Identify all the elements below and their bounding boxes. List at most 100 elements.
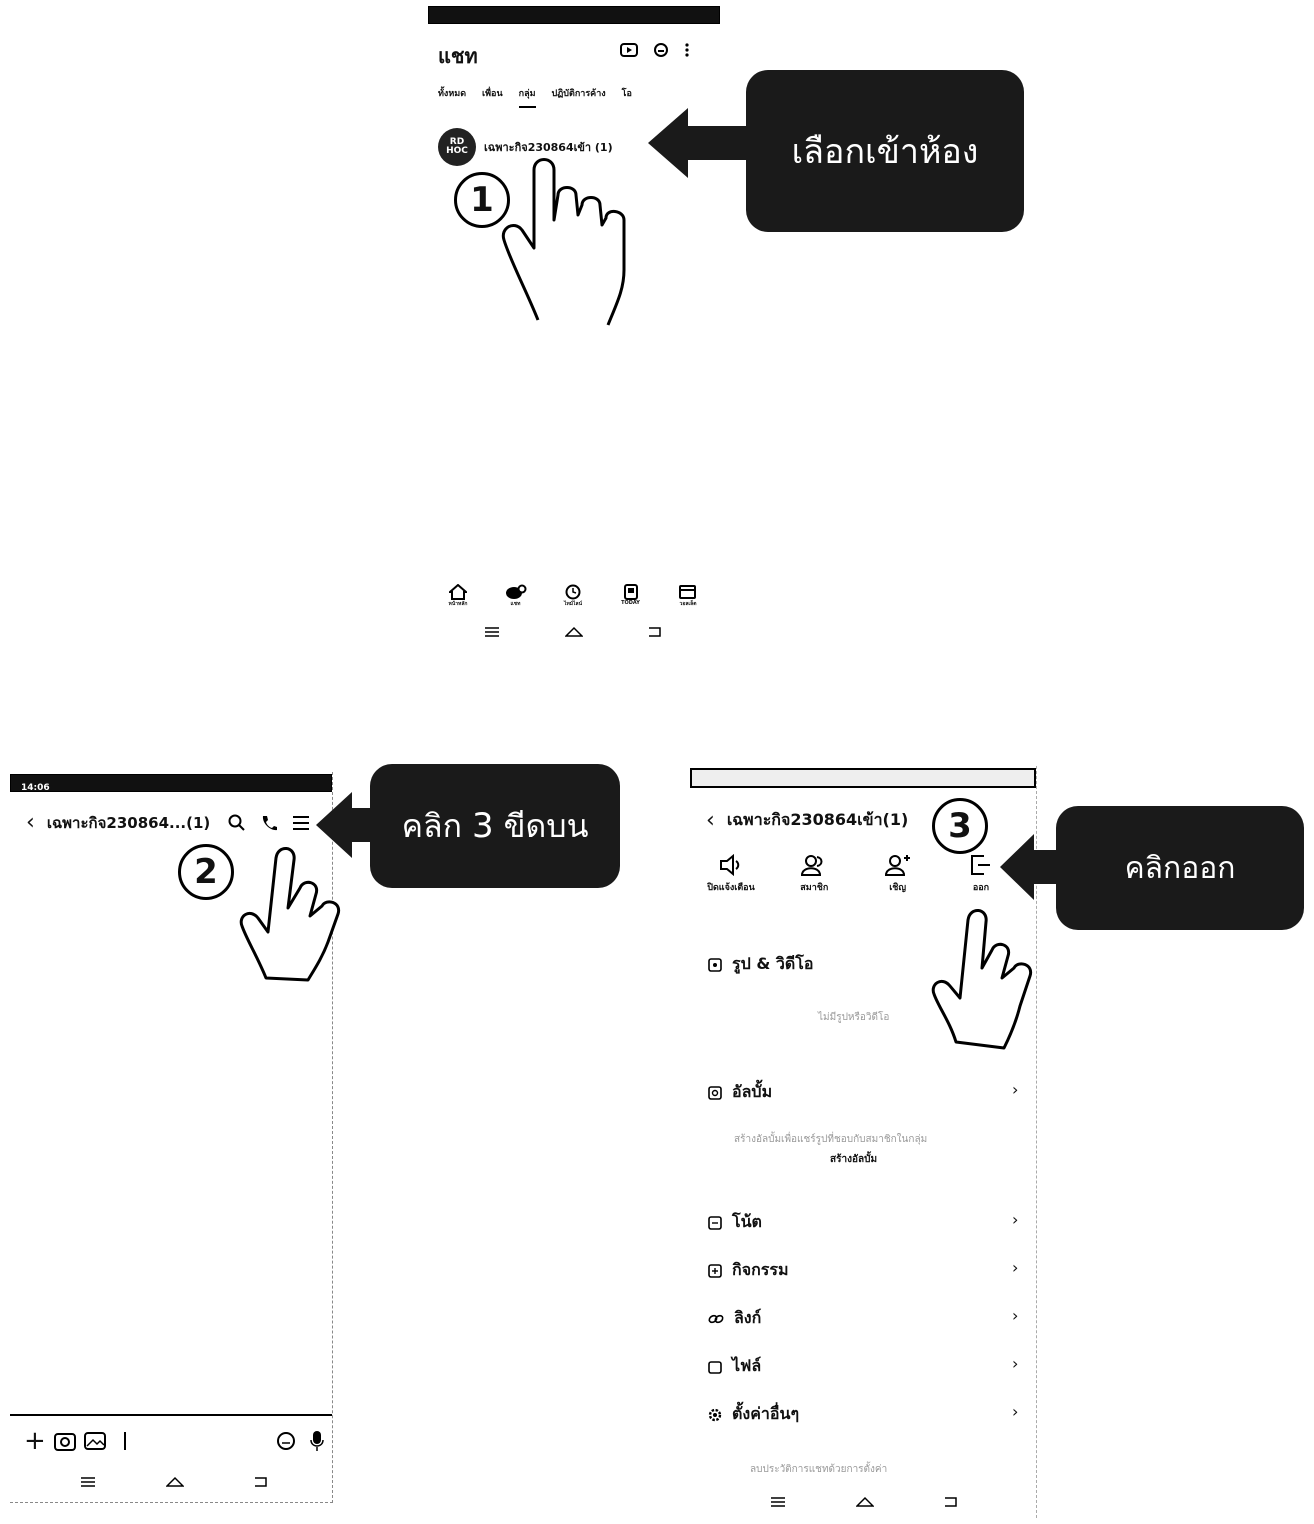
action-members[interactable]: สมาชิก <box>779 854 849 894</box>
panel2-status-time: 14:06 <box>21 783 50 793</box>
back-button-icon[interactable] <box>944 1496 960 1508</box>
callout-click-menu: คลิก 3 ขีดบน <box>370 764 620 888</box>
panel1-tabs: ทั้งหมด เพื่อน กลุ่ม ปฏิบัติการค้าง โอ <box>438 86 632 108</box>
pointing-hand-icon <box>239 847 341 982</box>
action-leave-label: ออก <box>972 883 990 893</box>
panel1-header-title: แชท <box>438 44 478 68</box>
nav-today-label: TODAY <box>621 600 640 606</box>
menu-files-label: ไฟล์ <box>732 1356 762 1375</box>
step-2-marker: 2 <box>178 844 234 900</box>
video-icon[interactable] <box>620 42 638 58</box>
tab-more[interactable]: โอ <box>622 86 632 108</box>
emoji-icon[interactable] <box>276 1431 296 1451</box>
nav-home[interactable]: หน้าหลัก <box>438 584 478 608</box>
chat-title: เฉพาะกิจ230864...(1) <box>46 813 211 832</box>
back-icon[interactable]: ‹ <box>26 810 35 835</box>
search-icon[interactable] <box>228 814 246 832</box>
text-cursor[interactable] <box>123 1432 126 1450</box>
menu-events[interactable]: กิจกรรม <box>708 1258 788 1283</box>
home-icon <box>449 584 467 600</box>
panel2-status-bar: 14:06 <box>10 774 332 793</box>
news-icon <box>623 584 638 600</box>
nav-chat[interactable]: แชท <box>496 584 536 608</box>
avatar-text: RD HOC <box>446 137 468 156</box>
home-button-icon[interactable] <box>856 1496 874 1508</box>
recent-apps-icon[interactable] <box>484 626 500 638</box>
menu-events-label: กิจกรรม <box>732 1260 789 1279</box>
callout-click-menu-number: 3 <box>471 806 494 846</box>
menu-icon[interactable] <box>292 814 310 832</box>
events-chevron-icon: › <box>1012 1258 1019 1277</box>
callout-click-menu-prefix: คลิก <box>401 806 462 845</box>
panel1-status-bar <box>428 6 720 24</box>
action-invite-label: เชิญ <box>889 883 907 893</box>
chat-header-icons <box>228 814 310 832</box>
section-album[interactable]: อัลบั้ม <box>708 1080 772 1105</box>
more-icon[interactable] <box>684 42 690 58</box>
section-album-label: อัลบั้ม <box>732 1082 773 1101</box>
nav-timeline-label: ไทม์ไลน์ <box>563 601 583 607</box>
settings-chevron-icon: › <box>1012 1402 1019 1421</box>
media-empty-text: ไม่มีรูปหรือวิดีโอ <box>818 1012 890 1023</box>
action-invite[interactable]: เชิญ <box>863 854 933 894</box>
section-media[interactable]: รูป & วิดีโอ <box>708 952 813 977</box>
wallet-icon <box>679 585 696 599</box>
pointing-hand-icon <box>931 909 1033 1050</box>
menu-files[interactable]: ไฟล์ <box>708 1354 761 1379</box>
recent-apps-icon[interactable] <box>770 1496 786 1508</box>
tab-groups[interactable]: กลุ่ม <box>518 86 536 108</box>
group-actions: ปิดแจ้งเตือน สมาชิก เชิญ ออก <box>696 854 1016 894</box>
event-icon <box>708 1263 722 1278</box>
menu-other-settings-label: ตั้งค่าอื่นๆ <box>732 1404 800 1423</box>
menu-notes[interactable]: โน้ต <box>708 1210 762 1235</box>
settings-header: ‹ เฉพาะกิจ230864เข้า(1) <box>706 808 908 833</box>
back-button-icon[interactable] <box>254 1476 270 1488</box>
nav-home-label: หน้าหลัก <box>448 601 468 607</box>
action-mute[interactable]: ปิดแจ้งเตือน <box>696 854 766 894</box>
files-chevron-icon: › <box>1012 1354 1019 1373</box>
home-button-icon[interactable] <box>565 626 583 638</box>
chat-input-bar: + <box>24 1428 324 1454</box>
chat-icon <box>505 584 526 599</box>
panel3-system-nav <box>770 1496 960 1508</box>
members-icon <box>801 855 823 876</box>
album-empty-text: สร้างอัลบั้มเพื่อแชร์รูปที่ชอบกับสมาชิกใ… <box>734 1134 928 1145</box>
microphone-icon[interactable] <box>310 1430 324 1452</box>
section-media-label: รูป & วิดีโอ <box>732 954 814 973</box>
panel3-status-bar <box>690 768 1036 788</box>
panel1-header-icons <box>620 42 690 58</box>
nav-chat-label: แชท <box>510 601 521 607</box>
links-chevron-icon: › <box>1012 1306 1019 1325</box>
menu-other-settings[interactable]: ตั้งค่าอื่นๆ <box>708 1402 799 1427</box>
back-button-icon[interactable] <box>648 626 664 638</box>
chat-search-icon[interactable] <box>652 42 670 58</box>
nav-timeline[interactable]: ไทม์ไลน์ <box>553 584 593 608</box>
recent-apps-icon[interactable] <box>80 1476 96 1488</box>
nav-wallet-label: วอลเล็ต <box>679 601 697 607</box>
menu-links[interactable]: ลิงก์ <box>708 1306 761 1331</box>
folder-icon <box>708 1360 722 1374</box>
back-icon[interactable]: ‹ <box>706 808 715 833</box>
camera-icon[interactable] <box>53 1431 76 1451</box>
phone-icon[interactable] <box>260 814 278 832</box>
action-mute-label: ปิดแจ้งเตือน <box>707 883 755 893</box>
action-members-label: สมาชิก <box>800 883 829 893</box>
image-icon[interactable] <box>83 1431 106 1451</box>
exit-icon <box>970 855 990 875</box>
nav-wallet[interactable]: วอลเล็ต <box>668 584 708 608</box>
panel2-system-nav <box>80 1476 270 1488</box>
tab-all[interactable]: ทั้งหมด <box>438 86 466 108</box>
avatar: RD HOC <box>438 128 476 166</box>
add-icon[interactable]: + <box>24 1428 46 1454</box>
tab-pending[interactable]: ปฏิบัติการค้าง <box>552 86 606 108</box>
nav-today[interactable]: TODAY <box>611 584 651 608</box>
callout-click-menu-suffix: ขีดบน <box>503 806 589 845</box>
menu-links-label: ลิงก์ <box>734 1308 762 1327</box>
callout-select-room-text: เลือกเข้าห้อง <box>791 132 979 172</box>
album-chevron-icon: › <box>1012 1080 1019 1099</box>
add-user-icon <box>884 855 910 876</box>
menu-notes-label: โน้ต <box>732 1212 762 1231</box>
tab-friends[interactable]: เพื่อน <box>482 86 503 108</box>
home-button-icon[interactable] <box>166 1476 184 1488</box>
album-create-link[interactable]: สร้างอัลบั้ม <box>830 1152 877 1167</box>
